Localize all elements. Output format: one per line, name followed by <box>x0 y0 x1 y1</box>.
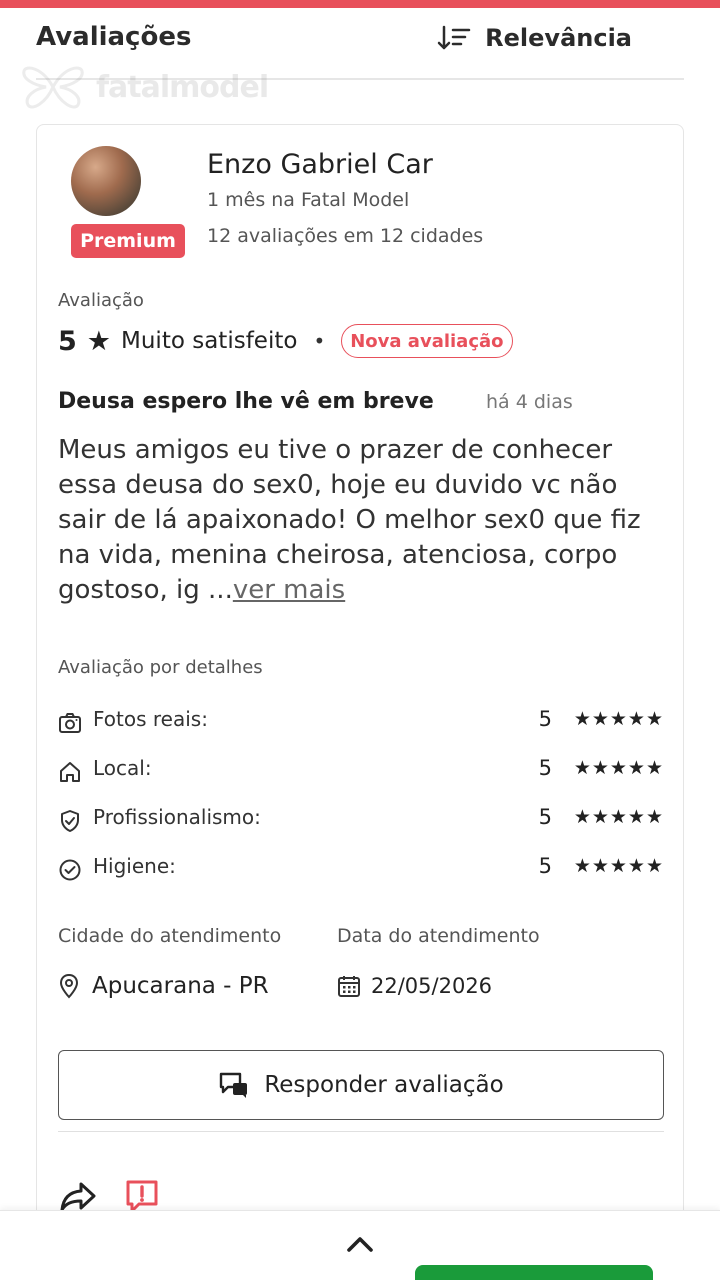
details-label: Avaliação por detalhes <box>58 657 263 678</box>
evaluation-text: Muito satisfeito <box>121 328 298 354</box>
reply-chat-icon <box>220 1072 248 1098</box>
detail-score: 5 <box>538 707 552 731</box>
date-value-row: 22/05/2026 <box>337 971 492 1001</box>
check-circle-icon <box>59 859 81 881</box>
bottom-action-bar <box>0 1210 720 1280</box>
detail-stars: ★★★★★ <box>573 757 664 779</box>
detail-name: Local: <box>93 756 152 780</box>
detail-row-higiene: Higiene: 5 ★★★★★ <box>58 852 664 886</box>
shield-check-icon <box>61 810 79 832</box>
detail-name: Fotos reais: <box>93 707 208 731</box>
detail-stars: ★★★★★ <box>573 806 664 828</box>
butterfly-logo-icon <box>22 66 84 109</box>
respond-review-button[interactable]: Responder avaliação <box>58 1050 664 1120</box>
share-icon[interactable] <box>59 1180 97 1214</box>
detail-score: 5 <box>538 756 552 780</box>
detail-score: 5 <box>538 805 552 829</box>
review-title: Deusa espero lhe vê em breve <box>58 389 434 414</box>
page-title: Avaliações <box>36 22 192 52</box>
city-value: Apucarana - PR <box>92 973 269 999</box>
detail-stars: ★★★★★ <box>573 855 664 877</box>
watermark: fatalmodel <box>20 62 269 112</box>
star-icon: ★ <box>86 325 112 357</box>
city-label: Cidade do atendimento <box>58 925 282 947</box>
new-review-badge: Nova avaliação <box>341 324 513 358</box>
separator-dot: • <box>313 329 326 353</box>
top-accent-bar <box>0 0 720 8</box>
date-value: 22/05/2026 <box>371 974 493 998</box>
detail-score: 5 <box>538 854 552 878</box>
reviewer-name[interactable]: Enzo Gabriel Car <box>207 149 433 180</box>
review-card: Premium Enzo Gabriel Car 1 mês na Fatal … <box>36 124 684 1244</box>
evaluation-summary: 5 ★ Muito satisfeito • Nova avaliação <box>58 323 513 359</box>
reviewer-review-count: 12 avaliações em 12 cidades <box>207 225 484 247</box>
premium-badge: Premium <box>71 224 185 258</box>
watermark-text: fatalmodel <box>96 69 269 105</box>
avatar[interactable] <box>71 146 141 216</box>
sort-label: Relevância <box>485 24 632 52</box>
camera-icon <box>59 713 81 733</box>
detail-name: Higiene: <box>93 854 176 878</box>
calendar-icon <box>338 976 360 997</box>
home-icon <box>60 762 80 782</box>
sort-button[interactable]: Relevância <box>437 20 632 56</box>
divider <box>58 1131 664 1132</box>
detail-name: Profissionalismo: <box>93 805 261 829</box>
detail-row-profissionalismo: Profissionalismo: 5 ★★★★★ <box>58 803 664 837</box>
detail-stars: ★★★★★ <box>573 708 664 730</box>
review-text: Meus amigos eu tive o prazer de conhecer… <box>58 435 641 605</box>
sort-icon <box>437 25 471 50</box>
detail-row-fotos-reais: Fotos reais: 5 ★★★★★ <box>58 705 664 739</box>
evaluation-score: 5 <box>58 325 77 357</box>
see-more-link[interactable]: ver mais <box>233 575 345 605</box>
review-date: há 4 dias <box>486 391 573 413</box>
location-pin-icon <box>59 973 79 999</box>
city-value-row: Apucarana - PR <box>58 971 269 1001</box>
reviewer-since: 1 mês na Fatal Model <box>207 189 410 211</box>
chevron-up-icon[interactable] <box>344 1229 376 1257</box>
review-body: Meus amigos eu tive o prazer de conhecer… <box>58 433 668 608</box>
date-label: Data do atendimento <box>337 925 540 947</box>
contact-button[interactable] <box>415 1265 653 1280</box>
evaluation-label: Avaliação <box>58 290 144 311</box>
detail-row-local: Local: 5 ★★★★★ <box>58 754 664 788</box>
respond-review-label: Responder avaliação <box>264 1072 504 1098</box>
